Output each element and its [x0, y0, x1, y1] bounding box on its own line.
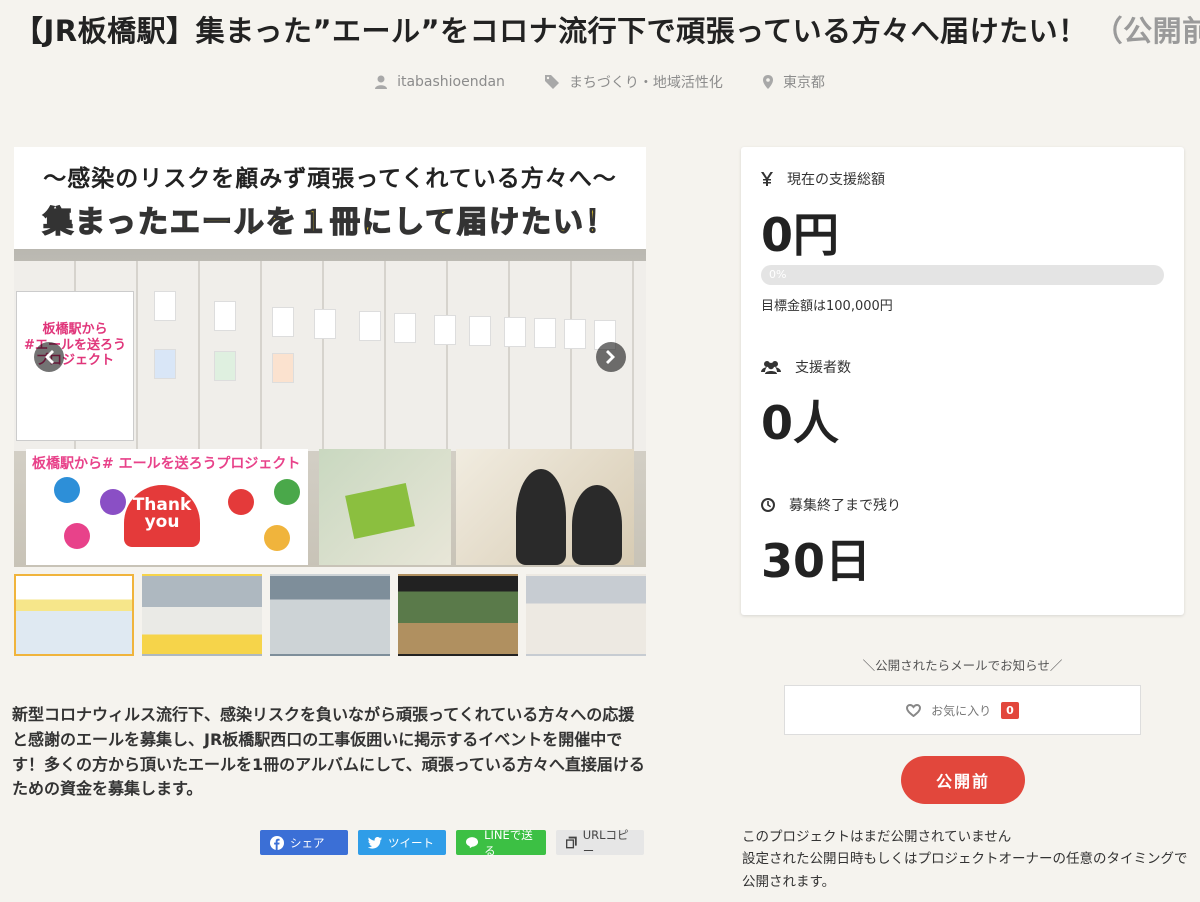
mailbox-photo [319, 449, 451, 565]
remaining-label: 募集終了まで残り [761, 495, 901, 515]
category-link[interactable]: まちづくり・地域活性化 [544, 72, 723, 92]
thumbnail-4[interactable] [398, 574, 518, 656]
goal-amount: 目標金額は100,000円 [761, 299, 893, 314]
funding-progress-bar: 0% [761, 265, 1164, 285]
slider-prev-button[interactable] [34, 342, 64, 372]
twitter-icon [368, 836, 382, 849]
share-buttons: シェア ツイート LINEで送る URLコピー [260, 828, 644, 858]
hero-photo: 板橋駅から #エールを送ろう プロジェクト 板橋駅から# エールを送ろうプロジェ… [14, 249, 646, 567]
event-poster: 板橋駅から #エールを送ろう プロジェクト [16, 291, 134, 441]
favorite-count-badge: 0 [1001, 701, 1019, 719]
slider-next-button[interactable] [596, 342, 626, 372]
publish-status-button[interactable]: 公開前 [901, 756, 1025, 804]
thank-you-heart: Thank you [124, 485, 200, 547]
favorite-label: お気に入り [931, 703, 992, 718]
remaining-value: 30日 [761, 534, 872, 588]
clock-icon [761, 498, 775, 512]
map-pin-icon [762, 75, 773, 89]
line-share-label: LINEで送る [484, 827, 533, 858]
location-name: 東京都 [782, 75, 825, 91]
campaign-graphic: 板橋駅から# エールを送ろうプロジェクト Thank you [26, 449, 308, 565]
url-copy-button[interactable]: URLコピー [556, 828, 644, 858]
location-link[interactable]: 東京都 [762, 72, 825, 92]
thumbnail-3[interactable] [270, 574, 390, 656]
line-icon [466, 837, 479, 849]
facebook-share-label: シェア [290, 835, 325, 850]
page-title: 【JR板橋駅】集まった”エール”をコロナ流行下で頑張っている方々へ届けたい！ （公… [14, 8, 1200, 50]
thumbnail-1[interactable] [14, 574, 134, 656]
backers-label: 支援者数 [761, 357, 851, 377]
user-icon [375, 75, 388, 89]
tag-icon [544, 75, 559, 89]
line-share-button[interactable]: LINEで送る [456, 828, 546, 858]
publish-status-message: このプロジェクトはまだ公開されていません 設定された公開日時もしくはプロジェクト… [742, 826, 1190, 893]
notify-text: ＼公開されたらメールでお知らせ／ [862, 658, 1063, 673]
people-photo [456, 449, 634, 565]
hero-banner: 〜感染のリスクを顧みず頑張ってくれている方々へ〜 集まったエールを１冊にして届け… [14, 147, 646, 249]
total-amount-label-text: 現在の支援総額 [787, 172, 885, 188]
heart-icon [906, 703, 922, 717]
owner-name: itabashioendan [397, 74, 505, 90]
backers-value: 0人 [761, 396, 840, 450]
construction-wall: 板橋駅から #エールを送ろう プロジェクト [14, 261, 646, 451]
facebook-share-button[interactable]: シェア [260, 830, 348, 855]
campaign-graphic-title: 板橋駅から# エールを送ろうプロジェクト [32, 456, 301, 472]
total-amount-label: 現在の支援総額 [761, 169, 885, 189]
thumbnail-5[interactable] [526, 574, 646, 656]
total-amount-value: 0円 [761, 208, 840, 262]
thumbnail-2[interactable] [142, 574, 262, 656]
twitter-share-button[interactable]: ツイート [358, 830, 446, 855]
status-line-2: 設定された公開日時もしくはプロジェクトオーナーの任意のタイミングで公開されます。 [742, 851, 1188, 890]
copy-icon [566, 836, 577, 849]
url-copy-label: URLコピー [582, 827, 629, 858]
project-description: 新型コロナウィルス流行下、感染リスクを負いながら頑張ってくれている方々への応援と… [12, 705, 645, 799]
status-line-1: このプロジェクトはまだ公開されていません [742, 829, 1012, 845]
users-icon [761, 361, 781, 374]
thumbnail-strip [14, 574, 646, 658]
hero-image-slider[interactable]: 〜感染のリスクを顧みず頑張ってくれている方々へ〜 集まったエールを１冊にして届け… [14, 147, 646, 567]
hero-line1: 〜感染のリスクを顧みず頑張ってくれている方々へ〜 [43, 166, 617, 192]
funding-progress-percent: 0% [769, 268, 787, 281]
category-name: まちづくり・地域活性化 [568, 75, 723, 91]
page-title-text: 【JR板橋駅】集まった”エール”をコロナ流行下で頑張っている方々へ届けたい！ [14, 14, 1088, 48]
project-meta: itabashioendan まちづくり・地域活性化 東京都 [0, 72, 1200, 92]
funding-stats-card: 現在の支援総額 0円 0% 目標金額は100,000円 支援者数 0人 募集終了… [741, 147, 1184, 615]
twitter-share-label: ツイート [388, 835, 434, 850]
yen-icon [761, 172, 773, 186]
hero-line2: 集まったエールを１冊にして届けたい！ [42, 204, 617, 241]
chevron-left-icon [45, 350, 54, 364]
chevron-right-icon [606, 350, 615, 364]
facebook-icon [270, 835, 284, 850]
owner-link[interactable]: itabashioendan [375, 72, 505, 92]
page-title-suffix: （公開前） [1093, 14, 1200, 48]
backers-label-text: 支援者数 [795, 360, 851, 376]
remaining-label-text: 募集終了まで残り [789, 498, 901, 514]
favorite-button[interactable]: お気に入り 0 [784, 685, 1141, 735]
